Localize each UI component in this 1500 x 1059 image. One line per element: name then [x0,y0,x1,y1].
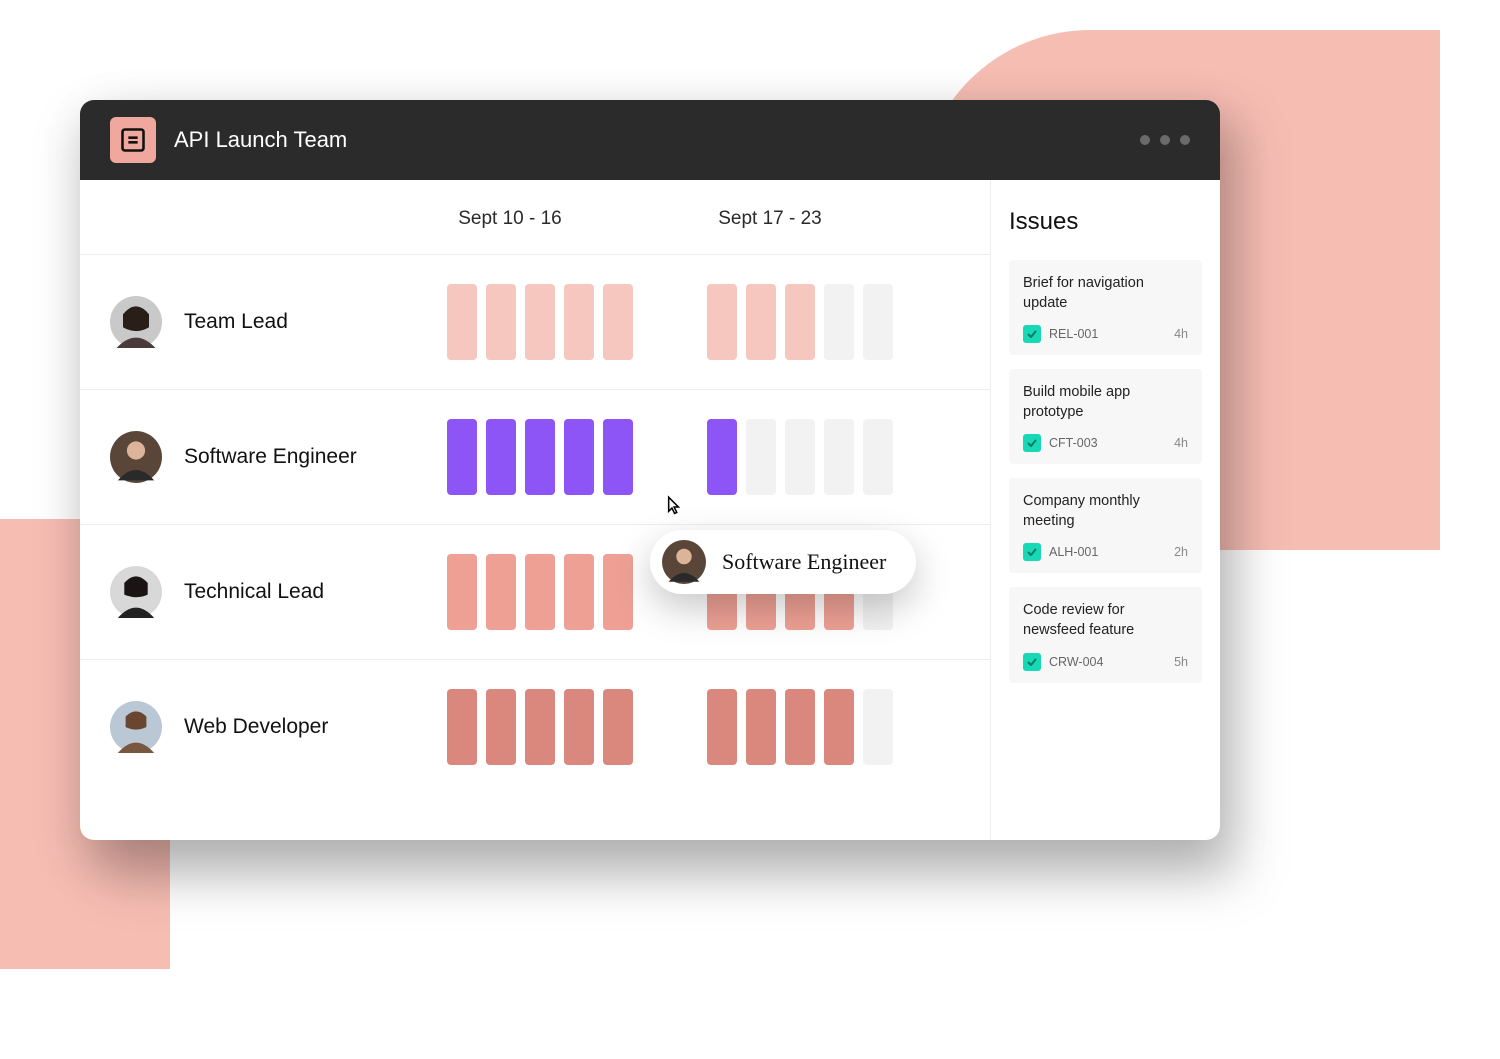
check-icon [1023,325,1041,343]
avatar [110,431,162,483]
day-allocation-bar[interactable] [707,689,737,765]
avatar [110,701,162,753]
issue-card[interactable]: Build mobile app prototype CFT-003 4h [1009,369,1202,464]
day-allocation-bar[interactable] [603,284,633,360]
role-cell: Team Lead [110,296,410,348]
issue-code: CRW-004 [1049,655,1103,669]
day-allocation-bar[interactable] [785,419,815,495]
check-icon [1023,434,1041,452]
day-allocation-bar[interactable] [564,284,594,360]
issues-sidebar: Issues Brief for navigation update REL-00… [990,180,1220,840]
week-cell [670,419,930,495]
titlebar: API Launch Team [80,100,1220,180]
check-icon [1023,543,1041,561]
week-cell [410,284,670,360]
role-name: Web Developer [184,715,328,739]
issue-title: Code review for newsfeed feature [1023,601,1188,640]
role-cell: Software Engineer [110,431,410,483]
day-allocation-bar[interactable] [486,419,516,495]
issue-title: Build mobile app prototype [1023,383,1188,422]
role-name: Technical Lead [184,580,324,604]
check-icon [1023,653,1041,671]
drag-tooltip[interactable]: Software Engineer [650,530,916,594]
day-allocation-bar[interactable] [824,689,854,765]
day-allocation-bar[interactable] [824,419,854,495]
issue-code: ALH-001 [1049,545,1098,559]
week-header: Sept 17 - 23 [640,208,900,230]
issue-title: Brief for navigation update [1023,274,1188,313]
week-cell [410,554,670,630]
day-allocation-bar[interactable] [564,419,594,495]
role-cell: Web Developer [110,701,410,753]
day-allocation-bar[interactable] [863,689,893,765]
day-allocation-bar[interactable] [707,284,737,360]
day-allocation-bar[interactable] [447,689,477,765]
timeline-header: Sept 10 - 16 Sept 17 - 23 [80,180,990,254]
page-title: API Launch Team [174,127,347,153]
day-allocation-bar[interactable] [603,419,633,495]
day-allocation-bar[interactable] [525,554,555,630]
issue-title: Company monthly meeting [1023,492,1188,531]
day-allocation-bar[interactable] [525,284,555,360]
issue-meta: CFT-003 4h [1023,434,1188,452]
issue-code: CFT-003 [1049,436,1098,450]
day-allocation-bar[interactable] [603,554,633,630]
window-dot-icon[interactable] [1160,135,1170,145]
timeline-row: Web Developer [80,659,990,794]
day-allocation-bar[interactable] [525,689,555,765]
week-cell [410,689,670,765]
issue-meta: REL-001 4h [1023,325,1188,343]
issue-card[interactable]: Company monthly meeting ALH-001 2h [1009,478,1202,573]
day-allocation-bar[interactable] [785,689,815,765]
app-logo-icon [110,117,156,163]
issue-meta: ALH-001 2h [1023,543,1188,561]
cursor-pointer-icon [660,494,686,525]
day-allocation-bar[interactable] [863,284,893,360]
week-header: Sept 10 - 16 [380,208,640,230]
day-allocation-bar[interactable] [746,284,776,360]
day-allocation-bar[interactable] [824,284,854,360]
issue-hours: 5h [1174,655,1188,669]
day-allocation-bar[interactable] [486,554,516,630]
day-allocation-bar[interactable] [564,554,594,630]
window-dot-icon[interactable] [1180,135,1190,145]
day-allocation-bar[interactable] [525,419,555,495]
avatar [110,566,162,618]
day-allocation-bar[interactable] [603,689,633,765]
app-window: API Launch Team Sept 10 - 16 Sept 17 - 2… [80,100,1220,840]
issue-card[interactable]: Brief for navigation update REL-001 4h [1009,260,1202,355]
issue-meta: CRW-004 5h [1023,653,1188,671]
issue-hours: 4h [1174,436,1188,450]
day-allocation-bar[interactable] [447,554,477,630]
week-cell [670,284,930,360]
sidebar-title: Issues [1009,208,1202,236]
avatar [662,540,706,584]
window-dot-icon[interactable] [1140,135,1150,145]
week-cell [670,689,930,765]
day-allocation-bar[interactable] [746,689,776,765]
issue-card[interactable]: Code review for newsfeed feature CRW-004 5… [1009,587,1202,682]
day-allocation-bar[interactable] [863,419,893,495]
day-allocation-bar[interactable] [486,284,516,360]
role-name: Team Lead [184,310,288,334]
tooltip-label: Software Engineer [722,549,886,575]
issue-code: REL-001 [1049,327,1098,341]
week-cell [410,419,670,495]
day-allocation-bar[interactable] [486,689,516,765]
issue-hours: 4h [1174,327,1188,341]
day-allocation-bar[interactable] [785,284,815,360]
day-allocation-bar[interactable] [564,689,594,765]
issue-hours: 2h [1174,545,1188,559]
timeline-panel: Sept 10 - 16 Sept 17 - 23 Team Lead Softw… [80,180,990,840]
day-allocation-bar[interactable] [707,419,737,495]
timeline-row: Team Lead [80,254,990,389]
day-allocation-bar[interactable] [746,419,776,495]
day-allocation-bar[interactable] [447,419,477,495]
window-controls[interactable] [1140,135,1190,145]
avatar [110,296,162,348]
timeline-row: Software Engineer [80,389,990,524]
role-name: Software Engineer [184,445,357,469]
day-allocation-bar[interactable] [447,284,477,360]
role-cell: Technical Lead [110,566,410,618]
